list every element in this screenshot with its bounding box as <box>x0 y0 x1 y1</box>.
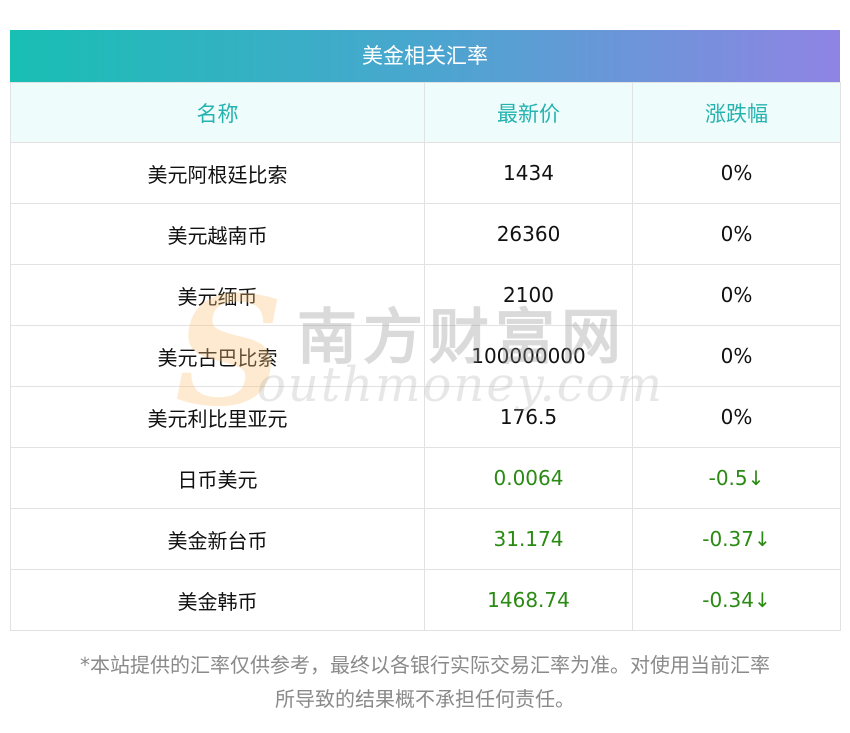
table-row: 美元越南币 26360 0% <box>10 203 841 265</box>
table-row: 美元阿根廷比索 1434 0% <box>10 142 841 204</box>
currency-name: 美元阿根廷比索 <box>10 142 425 204</box>
currency-name: 美元古巴比索 <box>10 325 425 387</box>
table-row: 美元缅币 2100 0% <box>10 264 841 326</box>
currency-name: 美元缅币 <box>10 264 425 326</box>
table-title: 美金相关汇率 <box>10 30 840 82</box>
header-name: 名称 <box>10 82 425 143</box>
header-row: 名称 最新价 涨跌幅 <box>10 82 841 143</box>
latest-price: 31.174 <box>424 508 633 570</box>
table-row: 美金新台币 31.174 -0.37↓ <box>10 508 841 570</box>
latest-price: 26360 <box>424 203 633 265</box>
table-row: 美金韩币 1468.74 -0.34↓ <box>10 569 841 631</box>
latest-price: 2100 <box>424 264 633 326</box>
exchange-rate-table: 美金相关汇率 名称 最新价 涨跌幅 美元阿根廷比索 1434 0% 美元越南币 … <box>10 30 841 631</box>
change-percent: 0% <box>632 142 841 204</box>
change-percent: 0% <box>632 325 841 387</box>
change-percent: 0% <box>632 264 841 326</box>
table-row: 美元利比里亚元 176.5 0% <box>10 386 841 448</box>
disclaimer: *本站提供的汇率仅供参考，最终以各银行实际交易汇率为准。对使用当前汇率 所导致的… <box>10 648 840 716</box>
change-percent: -0.34↓ <box>632 569 841 631</box>
latest-price: 0.0064 <box>424 447 633 509</box>
header-change: 涨跌幅 <box>632 82 841 143</box>
change-percent: -0.5↓ <box>632 447 841 509</box>
disclaimer-line-1: *本站提供的汇率仅供参考，最终以各银行实际交易汇率为准。对使用当前汇率 <box>80 653 770 677</box>
latest-price: 1434 <box>424 142 633 204</box>
currency-name: 美元越南币 <box>10 203 425 265</box>
change-percent: 0% <box>632 203 841 265</box>
latest-price: 1468.74 <box>424 569 633 631</box>
change-percent: -0.37↓ <box>632 508 841 570</box>
latest-price: 100000000 <box>424 325 633 387</box>
currency-name: 美金新台币 <box>10 508 425 570</box>
rate-grid: 名称 最新价 涨跌幅 美元阿根廷比索 1434 0% 美元越南币 26360 0… <box>10 82 841 631</box>
table-row: 美元古巴比索 100000000 0% <box>10 325 841 387</box>
change-percent: 0% <box>632 386 841 448</box>
currency-name: 美元利比里亚元 <box>10 386 425 448</box>
header-price: 最新价 <box>424 82 633 143</box>
latest-price: 176.5 <box>424 386 633 448</box>
disclaimer-line-2: 所导致的结果概不承担任何责任。 <box>275 687 575 711</box>
currency-name: 日币美元 <box>10 447 425 509</box>
currency-name: 美金韩币 <box>10 569 425 631</box>
table-row: 日币美元 0.0064 -0.5↓ <box>10 447 841 509</box>
